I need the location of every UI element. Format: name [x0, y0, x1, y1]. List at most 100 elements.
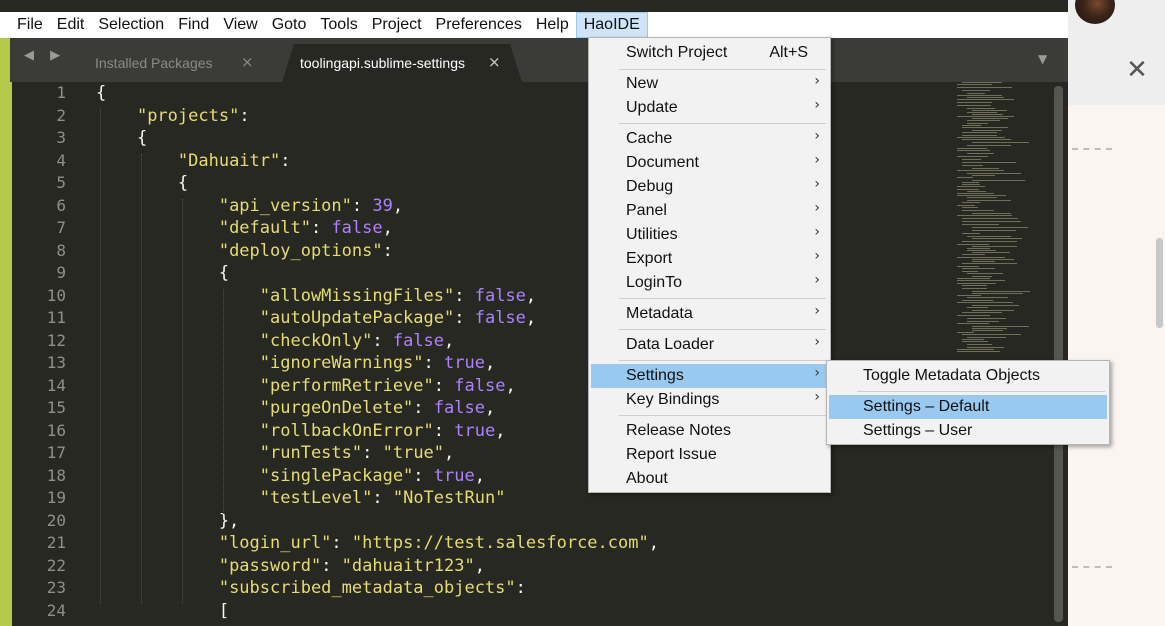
line-number: 8 [56, 240, 66, 260]
code-line[interactable]: "login_url": "https://test.salesforce.co… [96, 532, 659, 555]
code-token: , [392, 195, 404, 216]
code-line[interactable]: "api_version": 39, [96, 195, 403, 218]
minimap-line [962, 263, 1018, 264]
code-token: "testLevel" [259, 488, 373, 508]
menu-item-data-loader[interactable]: Data Loader › [591, 333, 828, 357]
code-line[interactable]: "allowMissingFiles": false, [96, 285, 536, 308]
page-scrollbar[interactable] [1156, 238, 1163, 328]
code-line[interactable]: "runTests": "true", [96, 442, 455, 465]
menu-item-panel[interactable]: Panel › [591, 199, 828, 223]
code-line[interactable]: "performRetrieve": false, [96, 375, 516, 398]
menu-preferences[interactable]: Preferences [429, 12, 529, 38]
menu-item-cache[interactable]: Cache › [591, 127, 828, 151]
menu-edit[interactable]: Edit [50, 12, 92, 38]
close-icon[interactable]: × [488, 53, 501, 71]
menu-item-label: Document [626, 154, 699, 171]
submenu-item-settings-user[interactable]: Settings – User [829, 419, 1107, 443]
minimap-line [967, 200, 1011, 201]
code-line[interactable]: [ [96, 600, 229, 623]
close-icon[interactable]: ✕ [1125, 57, 1149, 83]
menu-project[interactable]: Project [365, 12, 429, 38]
menu-view[interactable]: View [216, 12, 264, 38]
minimap-line [957, 193, 994, 194]
code-line[interactable]: "singlePackage": true, [96, 465, 485, 488]
code-token: , [474, 465, 485, 486]
menu-tools[interactable]: Tools [313, 12, 364, 38]
menu-help[interactable]: Help [529, 12, 576, 38]
code-line[interactable]: "testLevel": "NoTestRun" [96, 487, 506, 510]
tab-toolingapi-settings[interactable]: toolingapi.sublime-settings × [282, 44, 522, 82]
menu-item-key-bindings[interactable]: Key Bindings › [591, 388, 828, 412]
minimap-line [967, 97, 1004, 98]
code-line[interactable]: "Dahuaitr": [96, 150, 291, 173]
vertical-scrollbar[interactable] [1054, 86, 1063, 622]
code-token: "autoUpdatePackage" [259, 308, 455, 328]
code-line[interactable]: }, [96, 510, 239, 533]
menu-item-switch-project[interactable]: Switch Project Alt+S [591, 41, 828, 65]
menu-file[interactable]: File [10, 12, 50, 38]
menu-item-debug[interactable]: Debug › [591, 175, 828, 199]
menu-item-about[interactable]: About [591, 467, 828, 491]
minimap-line [957, 105, 991, 106]
code-token: , [505, 375, 516, 396]
code-line[interactable]: { [96, 172, 188, 195]
line-number: 2 [56, 105, 66, 125]
menu-item-update[interactable]: Update › [591, 96, 828, 120]
code-line[interactable]: "checkOnly": false, [96, 330, 455, 353]
minimap-line [957, 244, 989, 245]
menu-item-metadata[interactable]: Metadata › [591, 302, 828, 326]
code-line[interactable]: "autoUpdatePackage": false, [96, 307, 536, 330]
menu-item-label: Settings [626, 367, 684, 384]
minimap-line [962, 165, 983, 166]
scrollbar-thumb[interactable] [1054, 86, 1063, 622]
minimap-line [967, 273, 1003, 274]
code-line[interactable]: "subscribed_metadata_objects": [96, 577, 526, 600]
minimap-line [967, 191, 986, 192]
menu-find[interactable]: Find [171, 12, 216, 38]
minimap-line [967, 153, 994, 154]
minimap[interactable] [955, 82, 1050, 626]
code-line[interactable]: { [96, 127, 147, 150]
code-token: , [382, 218, 393, 238]
menu-item-utilities[interactable]: Utilities › [591, 223, 828, 247]
minimap-line [972, 213, 1011, 214]
close-icon[interactable]: × [241, 53, 254, 71]
menu-item-export[interactable]: Export › [591, 247, 828, 271]
minimap-line [967, 344, 992, 345]
menu-goto[interactable]: Goto [265, 12, 314, 38]
tab-dropdown-icon[interactable]: ▼ [1038, 52, 1047, 66]
minimap-line [962, 182, 980, 183]
indent-guide [100, 108, 101, 604]
code-line[interactable]: "purgeOnDelete": false, [96, 397, 495, 420]
menu-item-settings[interactable]: Settings › [591, 364, 828, 388]
code-line[interactable]: { [96, 262, 229, 285]
code-token: "purgeOnDelete" [259, 398, 414, 418]
menu-item-loginto[interactable]: LoginTo › [591, 271, 828, 295]
minimap-line [972, 328, 1007, 329]
code-line[interactable]: "rollbackOnError": true, [96, 420, 506, 443]
tab-nav-arrows-icon[interactable]: ◀ ▶ [24, 48, 66, 63]
tab-installed-packages[interactable]: Installed Packages × [70, 44, 280, 82]
menu-selection[interactable]: Selection [91, 12, 171, 38]
menu-separator [857, 391, 1105, 392]
code-token: , [484, 353, 496, 373]
menu-item-label: Release Notes [626, 422, 731, 439]
minimap-line [967, 93, 986, 94]
chevron-right-icon: › [814, 248, 820, 264]
minimap-line [967, 236, 1012, 237]
minimap-line [957, 257, 1006, 258]
code-editor[interactable]: 1 2 3 4 5 6 7 8 9 10 11 12 13 14 15 16 17 18 19 20 21 22 23 24 … [12, 82, 1068, 626]
submenu-item-settings-default[interactable]: Settings – Default [829, 395, 1107, 419]
submenu-item-toggle-metadata-objects[interactable]: Toggle Metadata Objects [829, 364, 1107, 388]
minimap-line [957, 323, 989, 324]
code-line[interactable]: "password": "dahuaitr123", [96, 555, 485, 578]
code-line[interactable]: "ignoreWarnings": true, [96, 352, 495, 375]
code-line[interactable]: "projects": [96, 105, 250, 128]
menu-item-new[interactable]: New › [591, 72, 828, 96]
menu-haoide[interactable]: HaoIDE [575, 12, 648, 38]
line-number: 7 [56, 218, 66, 237]
code-line[interactable]: { [96, 82, 106, 105]
menu-item-document[interactable]: Document › [591, 151, 828, 175]
menu-item-release-notes[interactable]: Release Notes [591, 419, 828, 443]
menu-item-report-issue[interactable]: Report Issue [591, 443, 828, 467]
